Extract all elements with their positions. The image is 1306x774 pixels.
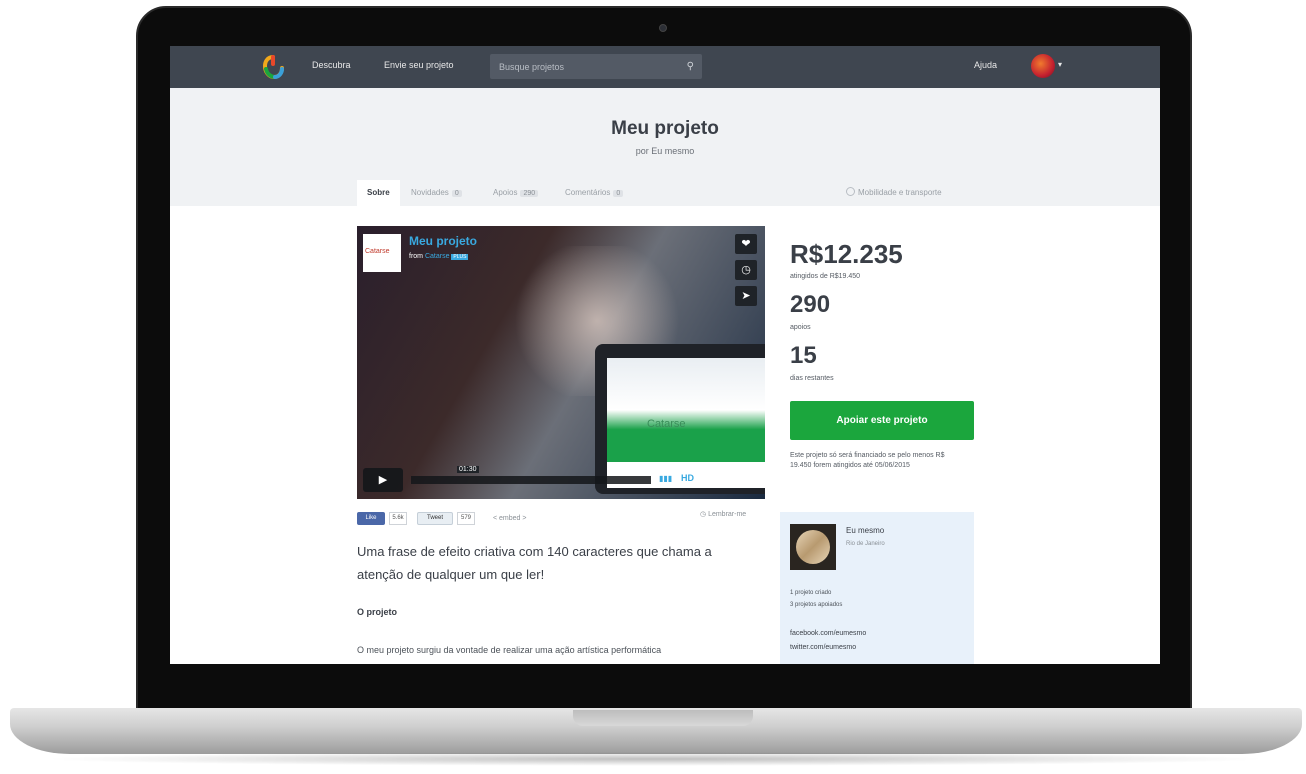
- creator-projects-created[interactable]: 1 projeto criado: [790, 590, 831, 596]
- facebook-like-count: 5.6k: [389, 512, 407, 525]
- video-from: from Catarse PLUS: [409, 253, 469, 260]
- video-title[interactable]: Meu projeto: [409, 234, 477, 248]
- creator-name[interactable]: Eu mesmo: [846, 526, 884, 535]
- user-avatar[interactable]: [1031, 54, 1055, 78]
- tab-comments[interactable]: Comentários 0: [555, 180, 633, 206]
- creator-avatar[interactable]: [790, 524, 836, 570]
- watch-later-clock-icon[interactable]: ◷: [735, 260, 757, 280]
- search-box[interactable]: Busque projetos ⚲: [490, 54, 702, 79]
- video-from-prefix: from: [409, 253, 423, 260]
- video-progress-bar[interactable]: 01:30: [411, 466, 651, 484]
- goal-text: atingidos de R$19.450: [790, 273, 861, 280]
- like-heart-icon[interactable]: ❤: [735, 234, 757, 254]
- creator-facebook-link[interactable]: facebook.com/eumesmo: [790, 630, 866, 637]
- laptop-shadow: [40, 752, 1270, 766]
- laptop-frame: Descubra Envie seu projeto Busque projet…: [0, 0, 1306, 774]
- tweet-button[interactable]: Tweet: [417, 512, 453, 525]
- fullscreen-icon[interactable]: ⤢: [703, 473, 710, 484]
- search-icon[interactable]: ⚲: [687, 61, 694, 72]
- tab-count: 0: [451, 190, 462, 197]
- nav-discover-link[interactable]: Descubra: [312, 60, 351, 70]
- tweet-count: 579: [457, 512, 475, 525]
- days-count: 15: [790, 342, 817, 369]
- tab-backers[interactable]: Apoios 290: [483, 180, 548, 206]
- project-headline: Uma frase de efeito criativa com 140 car…: [357, 544, 712, 582]
- project-byline[interactable]: por Eu mesmo: [170, 146, 1160, 156]
- hd-toggle[interactable]: HD: [681, 473, 694, 483]
- days-label: dias restantes: [790, 375, 834, 382]
- nav-submit-project-link[interactable]: Envie seu projeto: [384, 60, 454, 70]
- tab-about[interactable]: Sobre: [357, 180, 400, 206]
- top-navigation-bar: Descubra Envie seu projeto Busque projet…: [170, 46, 1160, 88]
- back-this-project-button[interactable]: Apoiar este projeto: [790, 401, 974, 440]
- video-frame-logo: Catarse: [647, 418, 686, 430]
- tab-count: 0: [613, 190, 624, 197]
- backers-count: 290: [790, 291, 831, 318]
- creator-twitter-link[interactable]: twitter.com/eumesmo: [790, 644, 856, 651]
- section-title: O projeto: [357, 607, 397, 617]
- creator-projects-supported[interactable]: 3 projetos apoiados: [790, 602, 842, 608]
- video-plus-badge: PLUS: [451, 254, 469, 260]
- pledged-amount: R$12.235: [790, 239, 903, 269]
- remind-me-label: Lembrar-me: [708, 511, 747, 518]
- tab-label: Apoios: [493, 188, 518, 197]
- category-icon: [846, 187, 855, 196]
- video-channel-thumbnail[interactable]: Catarse: [363, 234, 401, 272]
- creator-avatar-image: [796, 530, 830, 564]
- tab-label: Novidades: [411, 188, 449, 197]
- funding-note: Este projeto só será financiado se pelo …: [790, 452, 945, 469]
- vimeo-logo[interactable]: vimeo: [717, 471, 752, 485]
- search-input[interactable]: Busque projetos: [499, 62, 564, 72]
- video-channel-thumbnail-label: Catarse: [365, 248, 390, 255]
- webcam: [659, 24, 667, 32]
- share-send-icon[interactable]: ➤: [735, 286, 757, 306]
- creator-card: Eu mesmo Rio de Janeiro 1 projeto criado…: [780, 512, 974, 664]
- play-icon[interactable]: ▶: [363, 468, 403, 492]
- project-description: O meu projeto surgiu da vontade de reali…: [357, 645, 662, 655]
- browser-screen: Descubra Envie seu projeto Busque projet…: [170, 46, 1160, 664]
- tab-label: Sobre: [367, 188, 390, 197]
- video-player[interactable]: Catarse Catarse Meu projeto from Catarse…: [357, 226, 765, 499]
- embed-link[interactable]: < embed >: [493, 515, 526, 522]
- catarse-logo-icon[interactable]: [262, 55, 284, 79]
- laptop-notch: [573, 710, 753, 726]
- tab-count: 290: [520, 190, 539, 197]
- project-title: Meu projeto: [611, 118, 719, 139]
- tab-updates[interactable]: Novidades 0: [401, 180, 472, 206]
- creator-location: Rio de Janeiro: [846, 541, 885, 547]
- tab-label: Comentários: [565, 188, 611, 197]
- chevron-down-icon[interactable]: ▾: [1058, 60, 1062, 69]
- facebook-like-button[interactable]: Like: [357, 512, 385, 525]
- help-link[interactable]: Ajuda: [974, 60, 997, 70]
- video-time: 01:30: [457, 466, 479, 473]
- volume-icon[interactable]: ▮▮▮: [659, 474, 672, 483]
- project-header: Meu projeto por Eu mesmo Sobre Novidades…: [170, 88, 1160, 206]
- video-controls: ▶ 01:30 ▮▮▮ HD ⤢ vimeo: [363, 466, 759, 492]
- backers-label: apoios: [790, 324, 811, 331]
- remind-me-link[interactable]: ◷ Lembrar-me: [700, 510, 746, 518]
- project-category[interactable]: Mobilidade e transporte: [858, 188, 942, 197]
- video-from-name[interactable]: Catarse: [425, 253, 450, 260]
